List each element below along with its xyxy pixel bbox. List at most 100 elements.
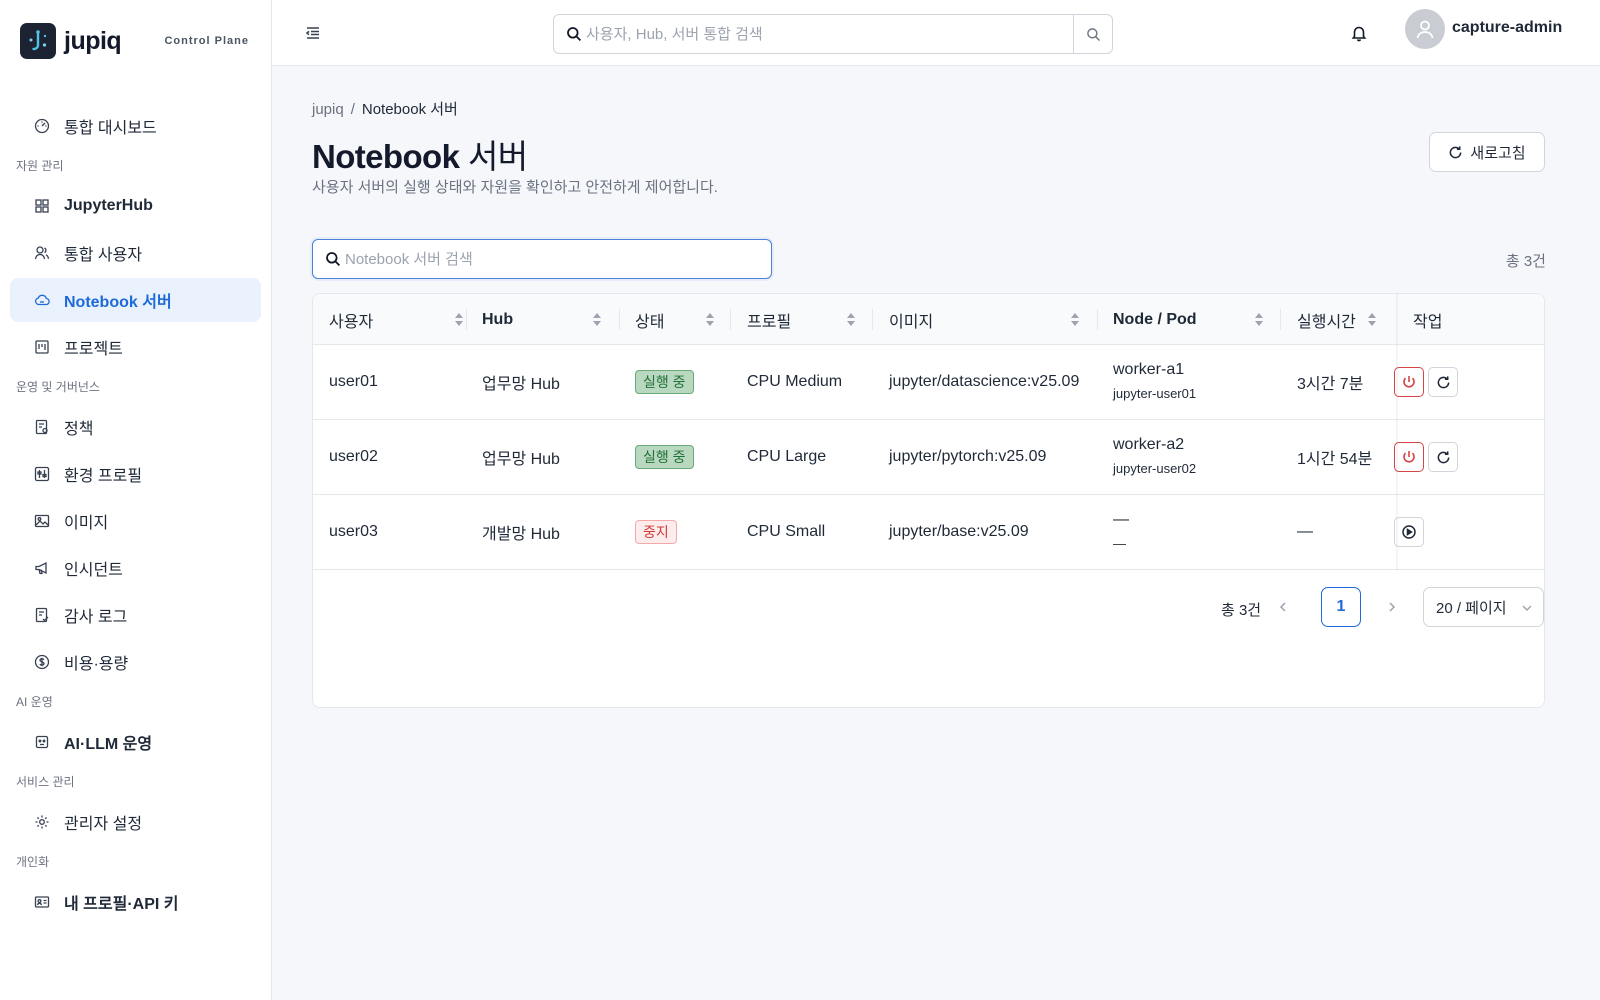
prev-page-chevron-left-icon[interactable]: [1274, 598, 1292, 616]
user-icon: [1416, 20, 1434, 39]
chevron-down-icon: [1522, 605, 1532, 611]
sort-icon: [706, 313, 714, 326]
top-header: capture-admin: [272, 0, 1600, 66]
sidebar-item-cost[interactable]: 비용·용량: [10, 640, 261, 684]
cell-profile: CPU Small: [747, 523, 826, 540]
megaphone-icon: [34, 560, 50, 576]
cell-image: jupyter/pytorch:v25.09: [889, 448, 1047, 465]
column-header-node-pod[interactable]: Node / Pod: [1113, 294, 1280, 345]
breadcrumb-root[interactable]: jupiq: [312, 101, 344, 118]
column-divider: [730, 309, 731, 330]
sidebar-item-notebook-servers[interactable]: Notebook 서버: [10, 278, 261, 322]
global-search-input[interactable]: [582, 15, 1073, 53]
grid-icon: [34, 198, 50, 214]
page-size-select[interactable]: 20 / 페이지: [1423, 587, 1544, 627]
page-title: Notebook 서버: [312, 130, 528, 178]
sidebar-item-users[interactable]: 통합 사용자: [10, 231, 261, 275]
sidebar-item-label: Notebook 서버: [64, 294, 172, 311]
sidebar-item-label: 정책: [64, 421, 94, 438]
sidebar-item-my-profile[interactable]: 내 프로필·API 키: [10, 880, 261, 924]
status-badge: 중지: [635, 520, 677, 544]
table-row: user01 업무망 Hub 실행 중 CPU Medium jupyter/d…: [313, 345, 1544, 420]
restart-server-button[interactable]: [1428, 367, 1458, 397]
column-divider: [872, 309, 873, 330]
column-divider: [619, 309, 620, 330]
cell-user: user03: [329, 523, 378, 540]
id-card-icon: [34, 894, 50, 910]
main-content: jupiq / Notebook 서버 Notebook 서버 사용자 서버의 실행…: [272, 66, 1600, 1000]
column-header-user[interactable]: 사용자: [329, 294, 467, 345]
sidebar-item-jupyterhub[interactable]: JupyterHub: [10, 184, 261, 228]
sidebar-item-label: 이미지: [64, 515, 109, 532]
restart-icon: [1437, 450, 1449, 463]
sliders-icon: [34, 466, 50, 482]
avatar[interactable]: [1405, 9, 1445, 49]
column-header-profile[interactable]: 프로필: [747, 294, 872, 345]
page-size-value: 20 / 페이지: [1436, 599, 1507, 617]
column-header-label: 프로필: [747, 313, 792, 331]
column-header-label: 사용자: [329, 313, 374, 331]
restart-server-button[interactable]: [1428, 442, 1458, 472]
sidebar-item-incidents[interactable]: 인시던트: [10, 546, 261, 590]
brand[interactable]: jupiq Control Plane: [0, 0, 271, 82]
play-circle-icon: [1402, 525, 1416, 539]
sidebar-item-projects[interactable]: 프로젝트: [10, 325, 261, 369]
sort-icon: [455, 313, 463, 326]
policy-icon: [34, 419, 50, 435]
nav-section-title: 개인화: [16, 855, 50, 869]
sidebar-item-label: 통합 대시보드: [64, 120, 157, 137]
cell-status: 실행 중: [635, 420, 694, 494]
column-header-label: Node / Pod: [1113, 310, 1197, 328]
robot-icon: [34, 734, 50, 750]
column-divider: [1280, 309, 1281, 330]
column-header-hub[interactable]: Hub: [482, 294, 620, 345]
nav-section-title: 서비스 관리: [16, 775, 75, 789]
sidebar-item-ai-llm[interactable]: AI·LLM 운영: [10, 720, 261, 764]
cell-user: user01: [329, 373, 378, 390]
sidebar-item-audit-log[interactable]: 감사 로그: [10, 593, 261, 637]
cell-hub: 업무망 Hub: [482, 376, 560, 393]
cell-status: 중지: [635, 495, 677, 569]
sidebar-item-policy[interactable]: 정책: [10, 405, 261, 449]
cell-runtime: 1시간 54분: [1297, 451, 1373, 468]
search-icon: [1086, 27, 1100, 41]
sidebar-item-images[interactable]: 이미지: [10, 499, 261, 543]
sidebar-item-env-profiles[interactable]: 환경 프로필: [10, 452, 261, 496]
sort-icon: [1255, 313, 1263, 326]
server-search: [312, 239, 772, 279]
column-header-status[interactable]: 상태: [635, 294, 731, 345]
sidebar-item-label: 비용·용량: [64, 656, 129, 673]
sidebar-item-dashboard[interactable]: 통합 대시보드: [10, 104, 261, 148]
notification-bell-icon[interactable]: [1350, 24, 1368, 42]
sidebar-item-label: 프로젝트: [64, 341, 123, 358]
current-username[interactable]: capture-admin: [1452, 19, 1562, 37]
cell-hub: 업무망 Hub: [482, 451, 560, 468]
sidebar-item-admin-settings[interactable]: 관리자 설정: [10, 800, 261, 844]
column-header-image[interactable]: 이미지: [889, 294, 1097, 345]
cell-node-pod: worker-a2 jupyter-user02: [1113, 420, 1196, 494]
global-search-button[interactable]: [1073, 15, 1112, 53]
server-search-input[interactable]: [341, 240, 771, 278]
power-icon: [1403, 376, 1415, 388]
sidebar-item-label: 내 프로필·API 키: [64, 896, 179, 913]
fixed-column-shadow: [1396, 294, 1399, 570]
sidebar-item-label: AI·LLM 운영: [64, 736, 153, 753]
nav-section-title: 자원 관리: [16, 159, 64, 173]
servers-table: 사용자 Hub 상태 프로필 이미지 Node / Pod 실행시간 작업 us…: [312, 293, 1545, 708]
nav-section-title: AI 운영: [16, 695, 53, 709]
sidebar-item-label: 통합 사용자: [64, 247, 143, 264]
refresh-button[interactable]: 새로고침: [1429, 132, 1545, 172]
next-page-chevron-right-icon[interactable]: [1383, 598, 1401, 616]
node-name: worker-a2: [1113, 436, 1185, 453]
cell-node-pod: worker-a1 jupyter-user01: [1113, 345, 1196, 419]
total-count: 총 3건: [1505, 253, 1546, 270]
breadcrumb-separator: /: [350, 101, 355, 118]
brand-name: jupiq: [64, 26, 122, 55]
column-header-runtime[interactable]: 실행시간: [1297, 294, 1397, 345]
cell-profile: CPU Medium: [747, 373, 843, 390]
column-divider: [1097, 309, 1098, 330]
sidebar-toggle-icon[interactable]: [304, 24, 322, 42]
sidebar: jupiq Control Plane 통합 대시보드 자원 관리 Jupyte…: [0, 0, 272, 1000]
page-number-button[interactable]: 1: [1321, 587, 1361, 627]
cell-profile: CPU Large: [747, 448, 827, 465]
